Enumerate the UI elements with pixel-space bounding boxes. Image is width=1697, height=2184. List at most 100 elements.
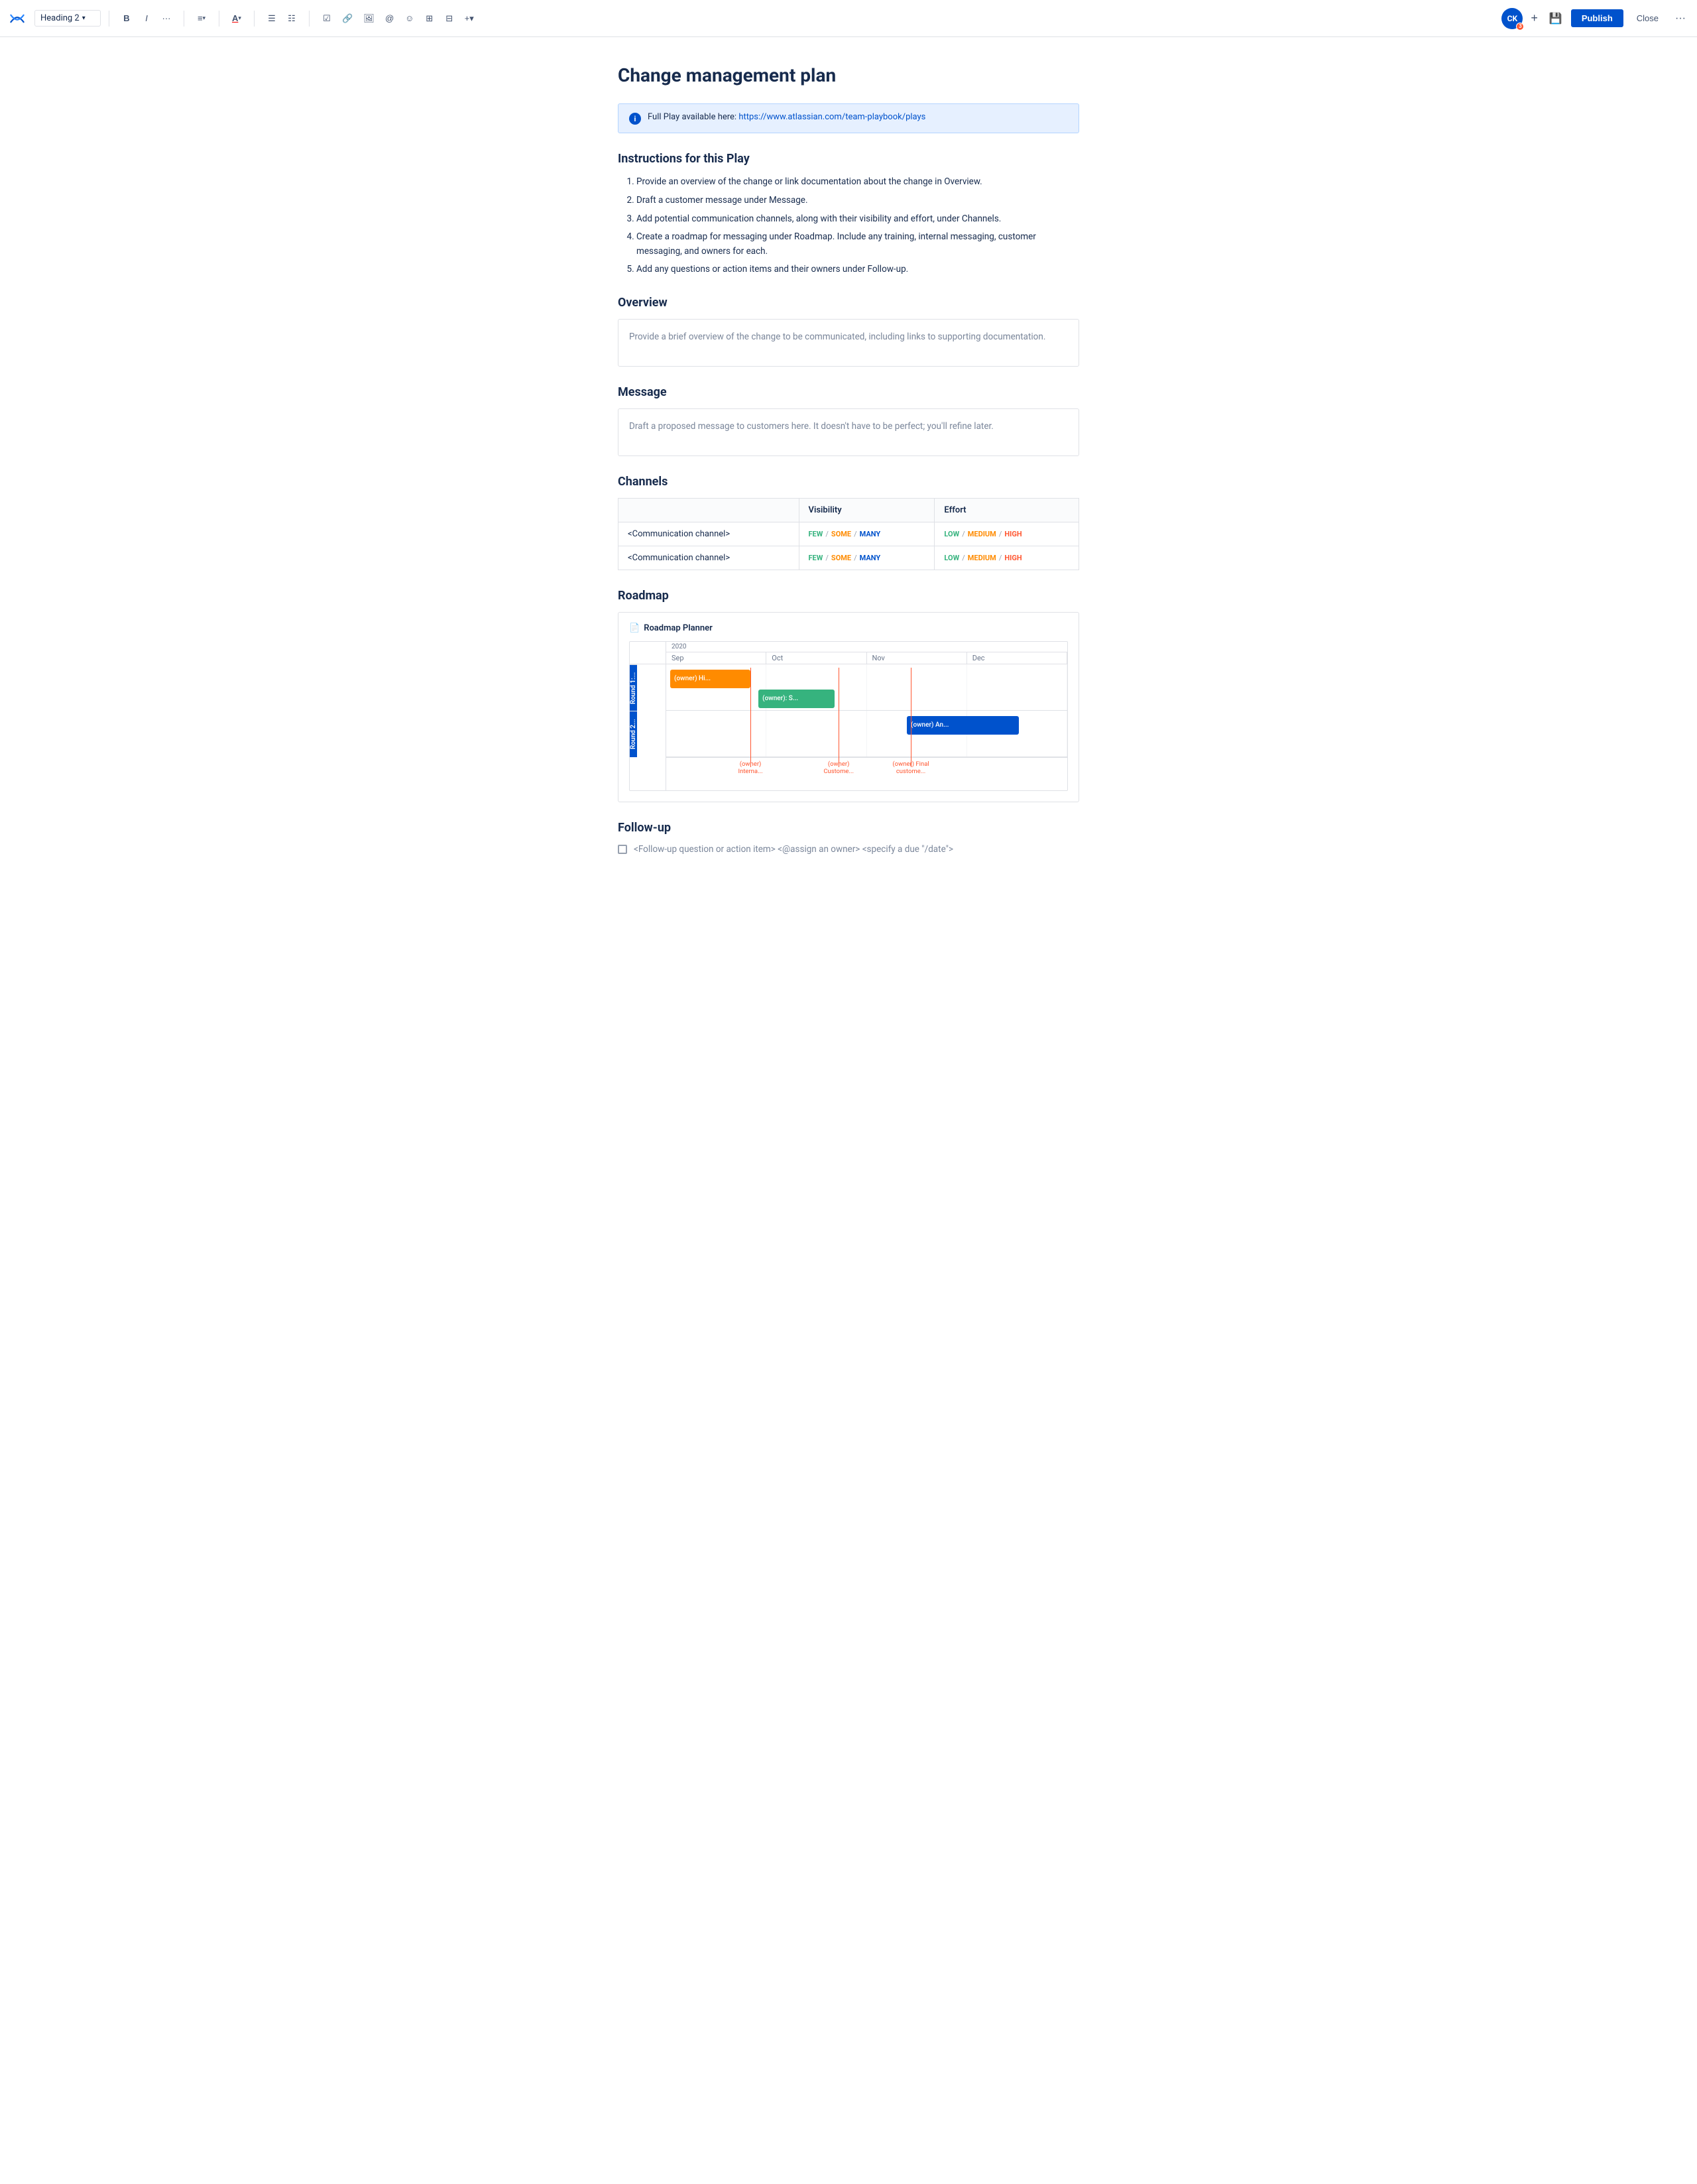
bold-button[interactable]: B — [117, 9, 136, 28]
gantt-month-sep: Sep — [666, 652, 766, 664]
visibility-cell: FEW / SOME / MANY — [799, 546, 935, 570]
table-button[interactable]: ⊞ — [420, 9, 439, 28]
gantt-year: 2020 — [666, 642, 1067, 652]
text-color-icon: A — [232, 13, 238, 23]
badge-some[interactable]: SOME — [831, 554, 851, 562]
task-button[interactable]: ☑ — [318, 9, 336, 28]
badge-low[interactable]: LOW — [944, 530, 959, 538]
instructions-list: Provide an overview of the change or lin… — [618, 175, 1079, 277]
page-title[interactable]: Change management plan — [618, 64, 1079, 88]
align-group: ≡ ▾ — [192, 9, 211, 28]
separator: / — [854, 554, 857, 562]
list-item: Add potential communication channels, al… — [636, 212, 1079, 227]
gantt-year-month: 2020 Sep Oct Nov Dec — [666, 642, 1067, 664]
gantt-chart: 2020 Sep Oct Nov Dec Round 1:. — [629, 641, 1068, 791]
separator: / — [962, 530, 965, 538]
channels-table: Visibility Effort <Communication channel… — [618, 498, 1079, 570]
emoji-icon: ☺ — [405, 13, 414, 23]
separator: / — [962, 554, 965, 562]
publish-button[interactable]: Publish — [1571, 9, 1623, 27]
followup-checkbox[interactable] — [618, 845, 627, 854]
gantt-row-2: (owner) An... — [666, 711, 1067, 757]
col-channel — [618, 498, 799, 522]
info-box: i Full Play available here: https://www.… — [618, 103, 1079, 133]
list-item: Provide an overview of the change or lin… — [636, 175, 1079, 190]
heading-label: Heading 2 — [40, 13, 80, 23]
color-button[interactable]: A ▾ — [227, 9, 246, 28]
gantt-months-row: Sep Oct Nov Dec — [666, 652, 1067, 664]
bullet-list-icon: ☰ — [268, 13, 276, 24]
round1-label: Round 1:... — [630, 672, 637, 703]
message-placeholder[interactable]: Draft a proposed message to customers he… — [618, 408, 1079, 456]
followup-heading: Follow-up — [618, 821, 1079, 835]
layout-button[interactable]: ⊟ — [440, 9, 459, 28]
gantt-label-header — [630, 642, 666, 664]
more-format-button[interactable]: ··· — [157, 9, 176, 28]
gantt-cell — [867, 664, 967, 710]
followup-text[interactable]: <Follow-up question or action item> <@as… — [634, 844, 953, 855]
milestone-line-1 — [750, 668, 751, 767]
heading-selector[interactable]: Heading 2 ▾ — [34, 10, 101, 27]
separator: / — [854, 530, 857, 538]
effort-cell: LOW / MEDIUM / HIGH — [935, 522, 1079, 546]
more-insert-button[interactable]: +▾ — [460, 9, 479, 28]
milestone-1: (owner)Interna... — [731, 760, 770, 775]
roadmap-container: 📄 Roadmap Planner 2020 Sep Oct Nov Dec — [618, 612, 1079, 802]
list-item: Add any questions or action items and th… — [636, 263, 1079, 277]
emoji-button[interactable]: ☺ — [400, 9, 419, 28]
table-row: <Communication channel> FEW / SOME / MAN… — [618, 546, 1079, 570]
list-item: Draft a customer message under Message. — [636, 194, 1079, 208]
effort-cell: LOW / MEDIUM / HIGH — [935, 546, 1079, 570]
table-row: <Communication channel> FEW / SOME / MAN… — [618, 522, 1079, 546]
badge-high[interactable]: HIGH — [1004, 530, 1022, 538]
toolbar-right: CK 3 + 💾 Publish Close ··· — [1501, 8, 1689, 29]
visibility-badges: FEW / SOME / MANY — [809, 530, 925, 538]
badge-medium[interactable]: MEDIUM — [968, 554, 996, 562]
gantt-month-oct: Oct — [766, 652, 866, 664]
gantt-cell — [967, 664, 1067, 710]
more-actions-button[interactable]: ··· — [1672, 9, 1689, 28]
add-collaborator-button[interactable]: + — [1528, 9, 1541, 28]
avatar-badge: 3 — [1516, 23, 1524, 30]
separator: / — [999, 530, 1002, 538]
separator: / — [999, 554, 1002, 562]
avatar-initials: CK — [1507, 14, 1517, 23]
badge-some[interactable]: SOME — [831, 530, 851, 538]
separator: / — [825, 530, 829, 538]
numbered-list-button[interactable]: ☷ — [282, 9, 301, 28]
channel-name[interactable]: <Communication channel> — [618, 522, 799, 546]
badge-low[interactable]: LOW — [944, 554, 959, 562]
close-button[interactable]: Close — [1629, 9, 1667, 27]
gantt-labels: Round 1:... Round 2... — [630, 664, 666, 790]
toolbar: Heading 2 ▾ B I ··· ≡ ▾ A ▾ ☰ ☷ ☑ — [0, 0, 1697, 37]
roadmap-heading: Roadmap — [618, 589, 1079, 603]
avatar[interactable]: CK 3 — [1501, 8, 1523, 29]
overview-placeholder[interactable]: Provide a brief overview of the change t… — [618, 319, 1079, 367]
image-icon: 🖼 — [363, 13, 375, 24]
info-link[interactable]: https://www.atlassian.com/team-playbook/… — [738, 112, 925, 122]
badge-many[interactable]: MANY — [860, 554, 881, 562]
gantt-header: 2020 Sep Oct Nov Dec — [630, 642, 1067, 664]
badge-medium[interactable]: MEDIUM — [968, 530, 996, 538]
italic-button[interactable]: I — [137, 9, 156, 28]
bullet-list-button[interactable]: ☰ — [263, 9, 281, 28]
save-draft-button[interactable]: 💾 — [1546, 9, 1566, 29]
align-button[interactable]: ≡ ▾ — [192, 9, 211, 28]
followup-item: <Follow-up question or action item> <@as… — [618, 844, 1079, 855]
chevron-down-icon: ▾ — [82, 15, 86, 22]
badge-few[interactable]: FEW — [809, 554, 823, 562]
channel-name[interactable]: <Communication channel> — [618, 546, 799, 570]
roadmap-planner-icon: 📄 — [629, 623, 640, 633]
image-button[interactable]: 🖼 — [359, 9, 379, 28]
badge-few[interactable]: FEW — [809, 530, 823, 538]
badge-many[interactable]: MANY — [860, 530, 881, 538]
link-button[interactable]: 🔗 — [337, 9, 357, 28]
bar-label: (owner) An... — [911, 721, 949, 729]
content-area: Change management plan i Full Play avail… — [597, 37, 1100, 914]
info-text: Full Play available here: https://www.at… — [648, 112, 925, 122]
mention-button[interactable]: @ — [380, 9, 399, 28]
more-insert-icon: +▾ — [465, 13, 474, 24]
insert-group: ☑ 🔗 🖼 @ ☺ ⊞ ⊟ +▾ — [318, 9, 479, 28]
info-prefix: Full Play available here: — [648, 112, 738, 122]
badge-high[interactable]: HIGH — [1004, 554, 1022, 562]
